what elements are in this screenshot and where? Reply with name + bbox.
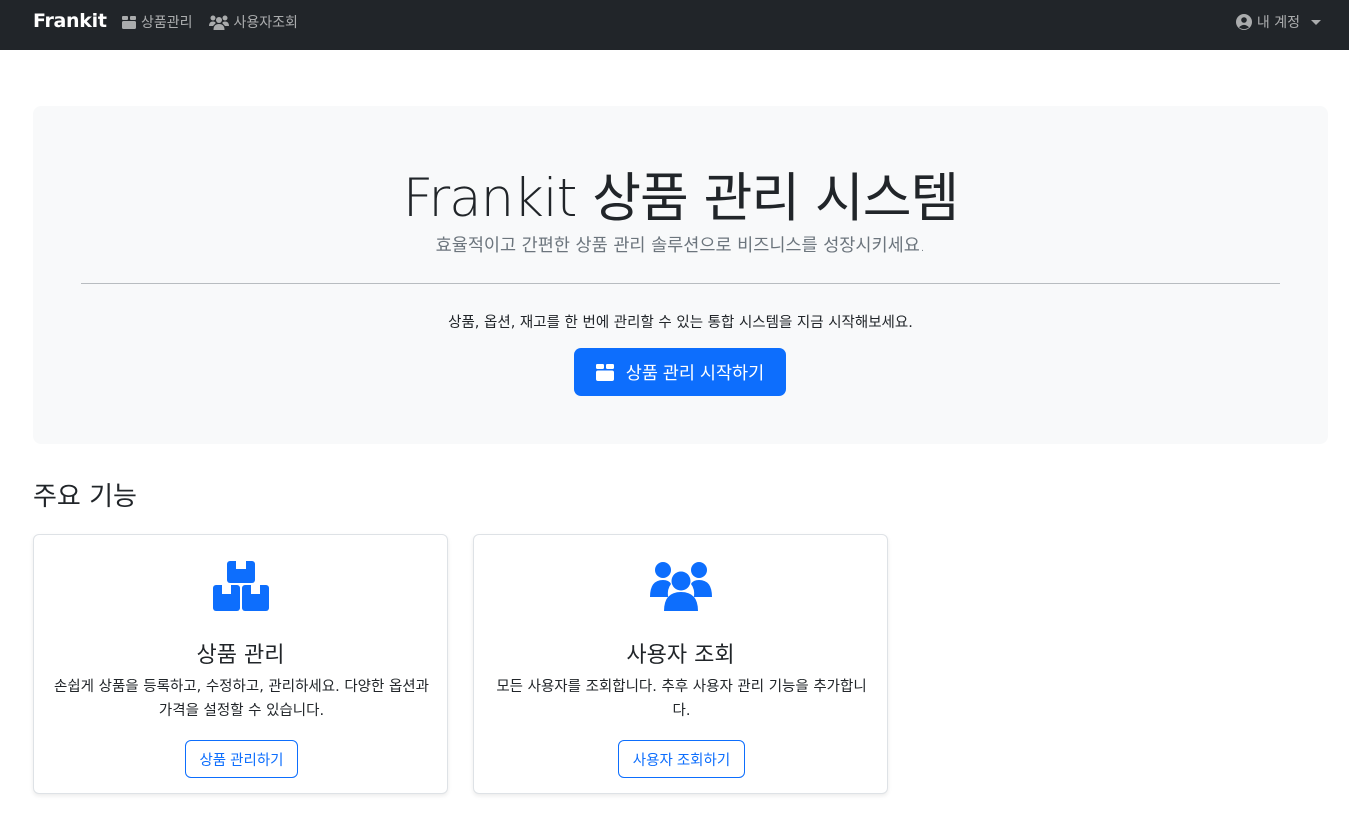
nav-link-users[interactable]: 사용자조회: [208, 12, 298, 32]
divider: [81, 283, 1280, 284]
brand-logo[interactable]: Frankit: [33, 10, 107, 32]
hero-lead: 효율적이고 간편한 상품 관리 솔루션으로 비즈니스를 성장시키세요.: [435, 236, 926, 256]
hero-description: 상품, 옵션, 재고를 한 번에 관리할 수 있는 통합 시스템을 지금 시작해…: [448, 315, 913, 331]
account-dropdown[interactable]: 내 계정: [1235, 12, 1321, 32]
user-circle-icon: [1235, 14, 1252, 30]
card-text: 모든 사용자를 조회합니다. 추후 사용자 관리 기능을 추가합니다.: [496, 679, 867, 719]
nav-link-products[interactable]: 상품관리: [122, 12, 193, 32]
nav-links: 상품관리 사용자조회: [122, 12, 298, 32]
card-text: 손쉽게 상품을 등록하고, 수정하고, 관리하세요. 다양한 옵션과 가격을 설…: [54, 679, 429, 719]
account-label: 내 계정: [1256, 15, 1300, 31]
boxes-icon: [212, 561, 269, 611]
box-icon: [595, 363, 614, 381]
users-icon: [649, 562, 712, 611]
box-icon: [122, 15, 136, 29]
users-icon: [208, 15, 229, 30]
features-heading: 주요 기능: [33, 482, 137, 512]
card-title: 상품 관리: [196, 643, 285, 668]
manage-products-button[interactable]: 상품 관리하기: [185, 740, 298, 778]
navbar: Frankit 상품관리 사용자조회 내 계정: [0, 0, 1349, 50]
nav-link-label: 사용자조회: [233, 15, 298, 31]
feature-card-users: 사용자 조회 모든 사용자를 조회합니다. 추후 사용자 관리 기능을 추가합니…: [473, 534, 888, 794]
start-product-management-button[interactable]: 상품 관리 시작하기: [574, 348, 786, 396]
hero-jumbotron: Frankit 상품 관리 시스템 효율적이고 간편한 상품 관리 솔루션으로 …: [33, 106, 1328, 444]
nav-link-label: 상품관리: [141, 15, 193, 31]
page-title: Frankit 상품 관리 시스템: [402, 168, 960, 229]
card-title: 사용자 조회: [626, 643, 735, 668]
chevron-down-icon: [1311, 19, 1321, 25]
feature-card-products: 상품 관리 손쉽게 상품을 등록하고, 수정하고, 관리하세요. 다양한 옵션과…: [33, 534, 448, 794]
button-label: 상품 관리 시작하기: [625, 362, 765, 383]
view-users-button[interactable]: 사용자 조회하기: [618, 740, 745, 778]
